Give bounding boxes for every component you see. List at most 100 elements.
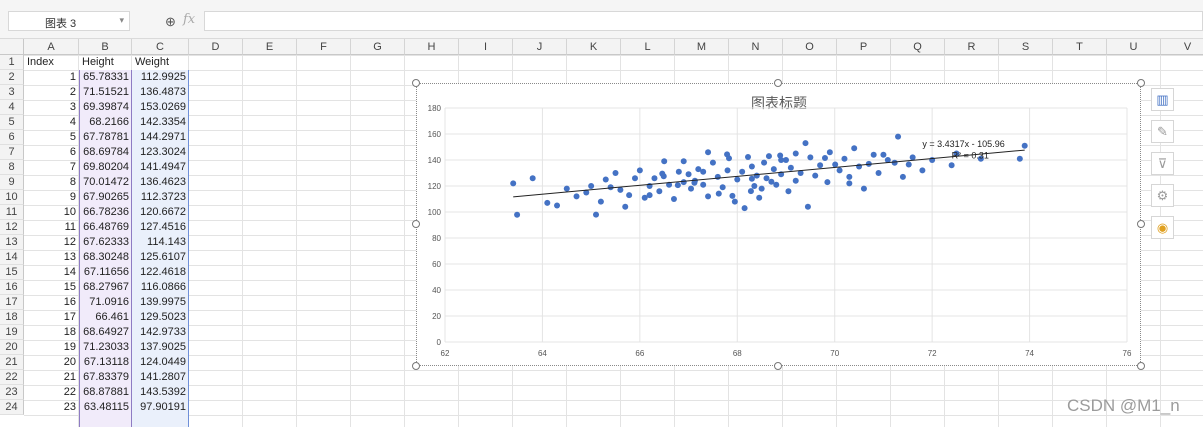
scatter-point[interactable]	[715, 190, 722, 197]
data-cell[interactable]: 67.62333	[79, 235, 132, 250]
scatter-point[interactable]	[656, 188, 663, 195]
column-header[interactable]: B	[79, 39, 132, 55]
scatter-point[interactable]	[787, 164, 794, 171]
chart-tips-bulb-icon[interactable]: ◉	[1151, 216, 1174, 239]
scatter-point[interactable]	[785, 188, 792, 195]
scatter-point[interactable]	[529, 175, 536, 182]
data-cell[interactable]: 142.9733	[132, 325, 189, 340]
chevron-down-icon[interactable]: ▾	[119, 15, 124, 26]
data-cell[interactable]: 141.4947	[132, 160, 189, 175]
row-header[interactable]: 16	[0, 280, 24, 295]
column-header[interactable]: P	[837, 39, 891, 55]
scatter-point[interactable]	[824, 179, 831, 186]
chart-elements-icon[interactable]: ▥	[1151, 88, 1174, 111]
data-cell[interactable]: 123.3024	[132, 145, 189, 160]
row-header[interactable]: 22	[0, 370, 24, 385]
data-cell[interactable]: 65.78331	[79, 70, 132, 85]
data-cell[interactable]: 68.87881	[79, 385, 132, 400]
scatter-point[interactable]	[602, 176, 609, 183]
zoom-icon[interactable]: ⊕	[165, 14, 176, 30]
data-cell[interactable]: 67.78781	[79, 130, 132, 145]
data-cell[interactable]: 19	[24, 340, 79, 355]
scatter-point[interactable]	[948, 162, 955, 169]
data-cell[interactable]: 153.0269	[132, 100, 189, 115]
scatter-point[interactable]	[821, 155, 828, 162]
data-cell[interactable]: 71.0916	[79, 295, 132, 310]
data-cell[interactable]: 67.11656	[79, 265, 132, 280]
column-header[interactable]: Q	[891, 39, 945, 55]
data-cell[interactable]: 129.5023	[132, 310, 189, 325]
scatter-point[interactable]	[919, 167, 926, 174]
data-cell[interactable]: 20	[24, 355, 79, 370]
scatter-point[interactable]	[685, 171, 692, 178]
row-header[interactable]: 24	[0, 400, 24, 415]
data-cell[interactable]: 22	[24, 385, 79, 400]
data-cell[interactable]: 5	[24, 130, 79, 145]
scatter-point[interactable]	[573, 193, 580, 200]
scatter-point[interactable]	[510, 180, 517, 187]
scatter-point[interactable]	[846, 173, 853, 180]
resize-handle-top-right[interactable]	[1137, 79, 1145, 87]
column-header[interactable]: D	[189, 39, 243, 55]
chart-filter-icon[interactable]: ⊽	[1151, 152, 1174, 175]
scatter-point[interactable]	[1016, 155, 1023, 162]
scatter-point[interactable]	[778, 157, 785, 163]
scatter-point[interactable]	[792, 177, 799, 184]
row-header[interactable]: 18	[0, 310, 24, 325]
column-header[interactable]: H	[405, 39, 459, 55]
resize-handle-bottom[interactable]	[774, 362, 782, 370]
scatter-point[interactable]	[860, 185, 867, 192]
data-cell[interactable]: 68.64927	[79, 325, 132, 340]
data-cell[interactable]: 15	[24, 280, 79, 295]
resize-handle-left[interactable]	[412, 220, 420, 228]
scatter-point[interactable]	[763, 175, 770, 182]
scatter-point[interactable]	[802, 140, 809, 147]
data-cell[interactable]: 141.2807	[132, 370, 189, 385]
scatter-point[interactable]	[724, 167, 731, 174]
column-header[interactable]: C	[132, 39, 189, 55]
scatter-point[interactable]	[563, 185, 570, 192]
scatter-point[interactable]	[680, 179, 687, 186]
scatter-point[interactable]	[856, 163, 863, 170]
scatter-point[interactable]	[631, 175, 638, 182]
data-cell[interactable]: 143.5392	[132, 385, 189, 400]
scatter-point[interactable]	[745, 154, 752, 161]
data-cell[interactable]: 69.80204	[79, 160, 132, 175]
column-header[interactable]: E	[243, 39, 297, 55]
scatter-point[interactable]	[826, 149, 833, 156]
data-cell[interactable]: 144.2971	[132, 130, 189, 145]
scatter-point[interactable]	[544, 199, 551, 206]
scatter-point[interactable]	[909, 154, 916, 161]
scatter-point[interactable]	[626, 192, 633, 199]
data-cell[interactable]: 66.48769	[79, 220, 132, 235]
row-header[interactable]: 9	[0, 175, 24, 190]
data-cell[interactable]: 116.0866	[132, 280, 189, 295]
scatter-point[interactable]	[880, 151, 887, 158]
data-cell[interactable]: 68.27967	[79, 280, 132, 295]
scatter-point[interactable]	[870, 151, 877, 158]
scatter-point[interactable]	[612, 170, 619, 176]
column-header[interactable]: T	[1053, 39, 1107, 55]
data-cell[interactable]: 2	[24, 85, 79, 100]
scatter-point[interactable]	[891, 159, 898, 166]
scatter-point[interactable]	[636, 167, 643, 174]
scatter-point[interactable]	[773, 181, 780, 188]
column-header[interactable]: N	[729, 39, 783, 55]
column-header[interactable]: V	[1161, 39, 1203, 55]
resize-handle-top[interactable]	[774, 79, 782, 87]
data-cell[interactable]: 71.51521	[79, 85, 132, 100]
scatter-point[interactable]	[734, 176, 741, 183]
scatter-point[interactable]	[905, 161, 912, 168]
data-cell[interactable]: 4	[24, 115, 79, 130]
scatter-point[interactable]	[758, 185, 765, 192]
scatter-point[interactable]	[726, 155, 733, 162]
data-cell[interactable]: 68.30248	[79, 250, 132, 265]
chart-title[interactable]: 图表标题	[751, 95, 807, 111]
chart-object[interactable]: 图表标题 0 20 40 60 80 100 120 140 160 180 62 64 66 68 70…	[416, 83, 1141, 366]
scatter-point[interactable]	[705, 193, 712, 200]
scatter-point[interactable]	[832, 161, 839, 168]
data-cell[interactable]: 21	[24, 370, 79, 385]
scatter-point[interactable]	[753, 172, 760, 179]
column-header[interactable]: F	[297, 39, 351, 55]
scatter-point[interactable]	[719, 184, 726, 191]
